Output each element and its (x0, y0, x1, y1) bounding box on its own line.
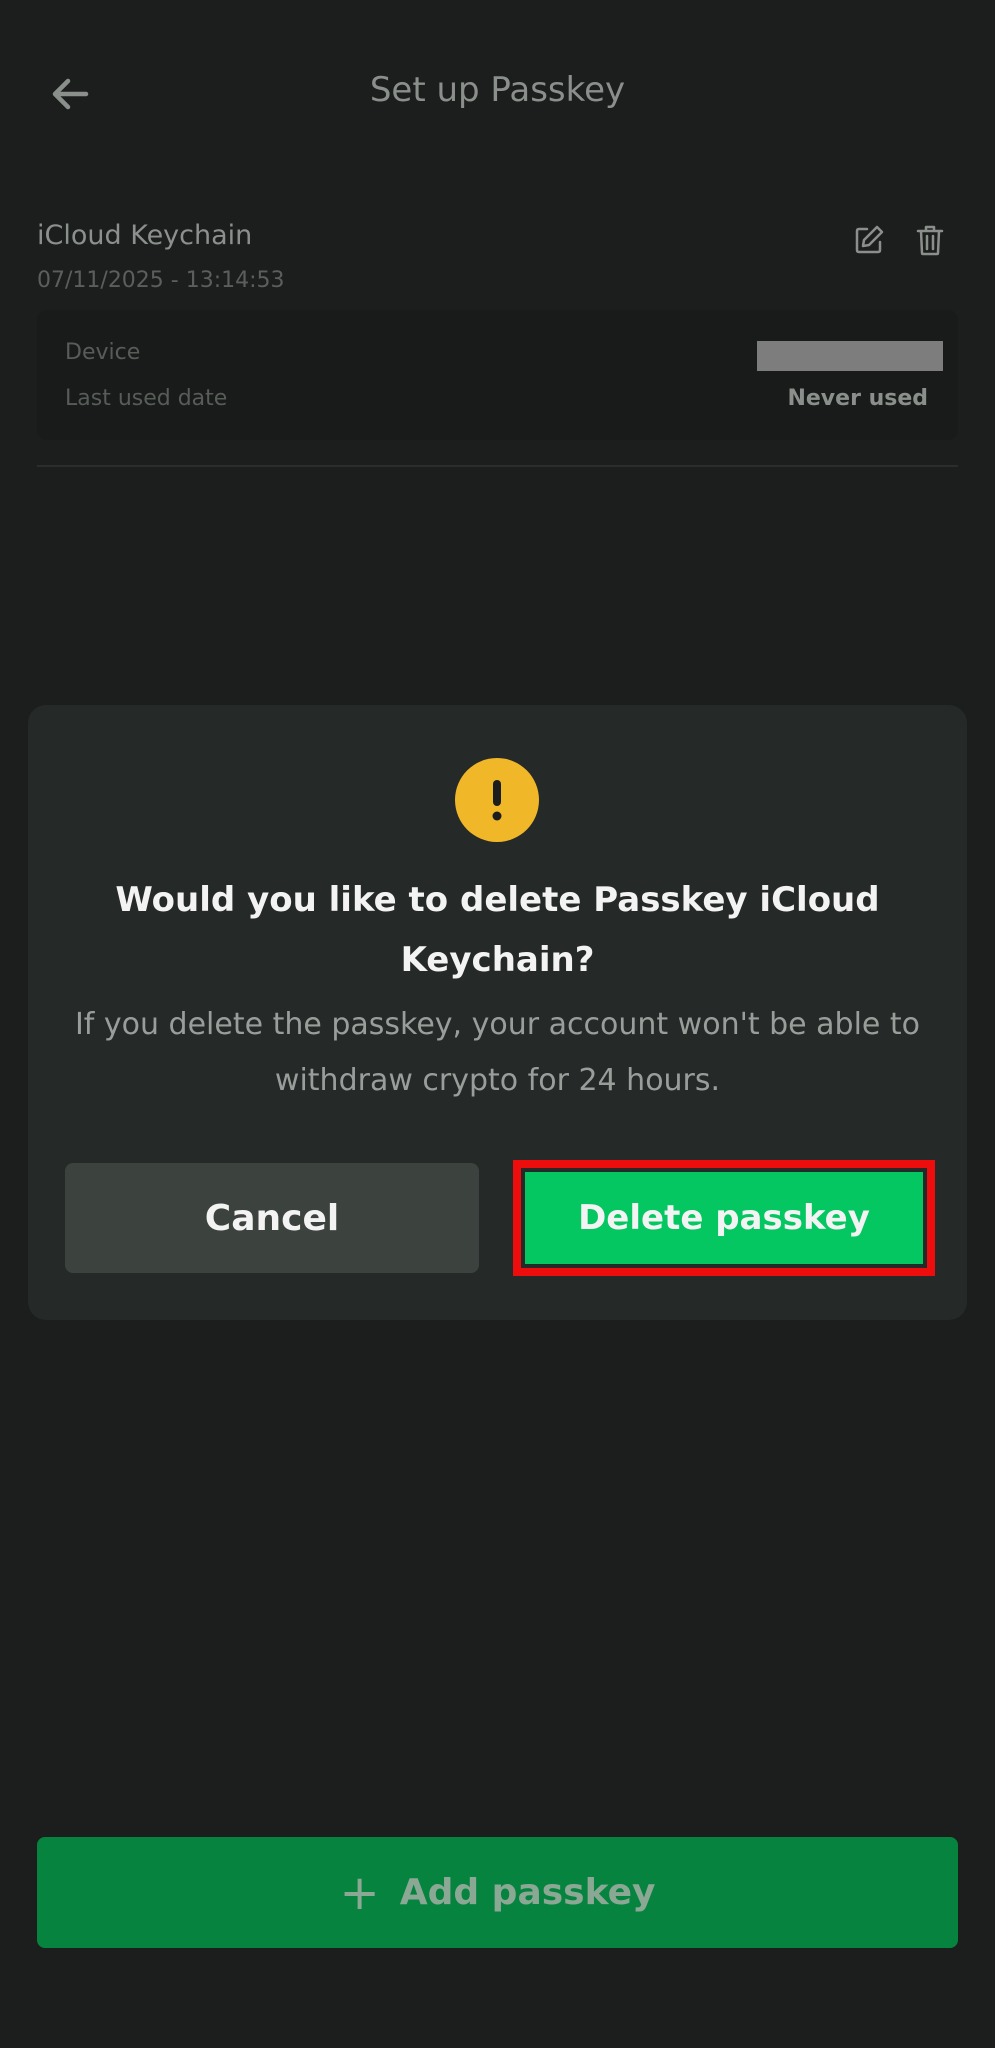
delete-passkey-button[interactable]: Delete passkey (525, 1172, 923, 1264)
divider (37, 465, 958, 467)
dialog-message: If you delete the passkey, your account … (74, 1007, 921, 1098)
delete-passkey-icon-button[interactable] (910, 220, 950, 260)
edit-icon (855, 225, 884, 254)
add-passkey-button[interactable]: + Add passkey (37, 1837, 958, 1948)
passkey-info-panel: Device Last used date Never used (37, 310, 958, 440)
page-title: Set up Passkey (369, 70, 626, 110)
device-value-redacted (757, 341, 943, 371)
passkey-name: iCloud Keychain (37, 220, 253, 251)
add-passkey-label: Add passkey (399, 1872, 656, 1913)
edit-passkey-button[interactable] (849, 220, 889, 260)
warning-icon (455, 758, 539, 842)
dialog-title: Would you like to delete Passkey iCloud … (115, 880, 880, 980)
plus-icon: + (339, 1864, 380, 1921)
last-used-label: Last used date (65, 386, 228, 411)
trash-icon (916, 225, 944, 256)
last-used-value: Never used (787, 386, 928, 411)
delete-confirm-dialog: Would you like to delete Passkey iCloud … (28, 705, 967, 1320)
cancel-button[interactable]: Cancel (65, 1163, 479, 1273)
passkey-created-date: 07/11/2025 - 13:14:53 (37, 268, 285, 293)
device-label: Device (65, 340, 141, 365)
header: Set up Passkey (0, 0, 995, 190)
